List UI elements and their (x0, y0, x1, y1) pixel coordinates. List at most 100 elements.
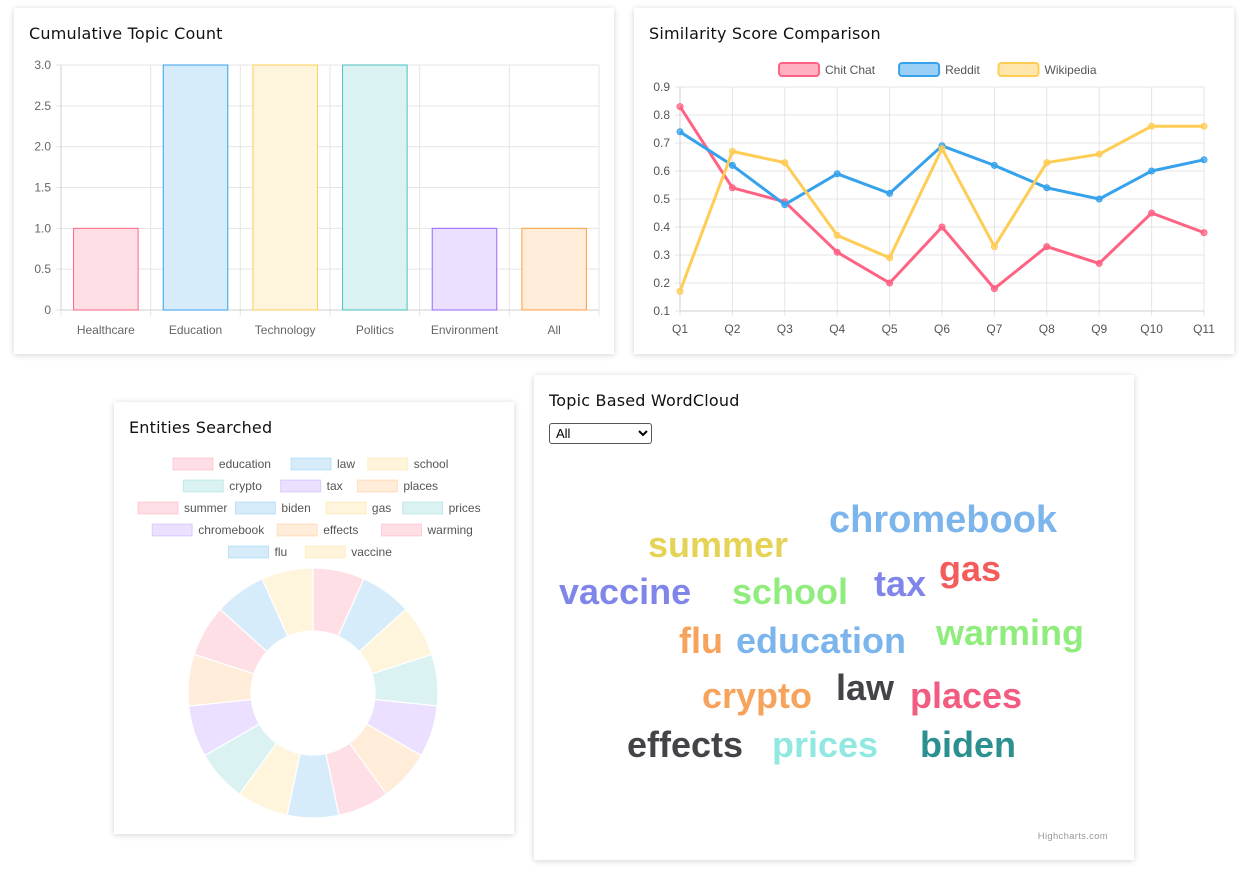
series-point-wikipedia (1200, 122, 1208, 130)
bar-technology (252, 64, 318, 311)
series-point-reddit (1043, 184, 1051, 192)
y-tick-label: 0.1 (653, 304, 670, 318)
series-point-wikipedia (938, 145, 946, 153)
legend-swatch-biden (234, 501, 276, 515)
legend-label: crypto (229, 479, 262, 493)
x-tick-label: Q2 (724, 322, 740, 336)
topic-count-bar-chart[interactable]: 0 0.5 1.0 1.5 2.0 2.5 3.0 Healthcare Education Te… (14, 8, 614, 354)
legend-label: school (414, 457, 449, 471)
x-tick-label: Q6 (934, 322, 950, 336)
series-point-reddit (676, 128, 684, 136)
y-tick-label: 2.0 (34, 140, 51, 154)
series-point-reddit (781, 201, 789, 209)
legend-label: vaccine (351, 545, 392, 559)
legend-swatch-flu (228, 545, 269, 559)
legend-label: education (219, 457, 271, 471)
y-tick-label: 0.3 (653, 248, 670, 262)
x-tick-label: Q11 (1193, 322, 1215, 336)
word-tax: tax (874, 563, 926, 604)
y-tick-label: 0 (44, 303, 51, 317)
series-point-reddit (833, 170, 841, 178)
series-point-reddit (1095, 195, 1103, 203)
series-point-chit-chat (886, 279, 894, 287)
legend-swatch-wikipedia (997, 62, 1040, 77)
entities-donut-chart[interactable]: education law school crypto tax places summer b… (114, 402, 514, 834)
x-tick-label: Q9 (1091, 322, 1107, 336)
series-point-chit-chat (990, 285, 998, 293)
word-vaccine: vaccine (559, 571, 691, 612)
series-point-reddit (728, 161, 736, 169)
y-tick-label: 1.0 (34, 221, 51, 235)
series-point-chit-chat (676, 103, 684, 111)
word-school: school (732, 571, 848, 612)
x-tick-label: Education (169, 323, 222, 337)
wordcloud-card: Topic Based WordCloud All chromebook summ… (534, 375, 1134, 860)
bar-healthcare (73, 227, 139, 311)
legend-label: biden (281, 501, 310, 515)
x-tick-label: Q7 (986, 322, 1002, 336)
legend-swatch-chromebook (151, 523, 193, 537)
y-tick-label: 0.5 (653, 192, 670, 206)
legend-swatch-law (290, 457, 332, 471)
legend-swatch-crypto (182, 479, 224, 493)
series-point-reddit (1200, 156, 1208, 164)
series-point-wikipedia (1148, 122, 1156, 130)
legend-swatch-vaccine (304, 545, 346, 559)
legend-swatch-effects (276, 523, 318, 537)
highcharts-credits[interactable]: Highcharts.com (1038, 831, 1108, 842)
legend-label: Reddit (945, 63, 980, 77)
y-tick-label: 3.0 (34, 58, 51, 72)
word-summer: summer (648, 524, 788, 565)
series-point-wikipedia (833, 231, 841, 239)
series-point-reddit (1148, 167, 1156, 175)
y-tick-label: 0.2 (653, 276, 670, 290)
word-gas: gas (939, 548, 1001, 589)
bar-politics (342, 64, 408, 311)
legend-label: places (403, 479, 438, 493)
legend-swatch-school (367, 457, 409, 471)
series-point-wikipedia (781, 159, 789, 167)
x-tick-label: All (547, 323, 560, 337)
legend-swatch-warming (381, 523, 422, 537)
bar-education (162, 64, 229, 311)
legend-label: prices (449, 501, 481, 515)
entities-card: Entities Searched education law school cryp… (114, 402, 514, 834)
series-point-wikipedia (1095, 150, 1103, 158)
series-point-chit-chat (1043, 243, 1051, 251)
series-point-chit-chat (1200, 229, 1208, 237)
word-places: places (910, 675, 1022, 716)
legend-label: Chit Chat (825, 63, 876, 77)
word-warming: warming (935, 612, 1084, 653)
topic-count-card: Cumulative Topic Count 0 0.5 1.0 1.5 2.0 2.5 3… (14, 8, 614, 354)
word-biden: biden (920, 724, 1016, 765)
x-tick-label: Q1 (672, 322, 688, 336)
y-tick-label: 0.7 (653, 136, 670, 150)
y-tick-label: 0.9 (653, 80, 670, 94)
series-point-wikipedia (990, 243, 998, 251)
wordcloud-chart[interactable]: chromebook summer gas vaccine school tax flu ed… (534, 375, 1134, 860)
legend-swatch-prices (402, 501, 444, 515)
y-tick-label: 2.5 (34, 99, 51, 113)
x-tick-label: Healthcare (77, 323, 135, 337)
bar-all (521, 227, 587, 311)
similarity-line-chart[interactable]: Chit Chat Reddit Wikipedia 0.1 0.2 0.3 0.4 0.5 0… (634, 8, 1234, 354)
x-tick-label: Politics (356, 323, 394, 337)
word-law: law (836, 667, 895, 708)
legend-label: effects (323, 523, 358, 537)
legend-label: tax (327, 479, 343, 493)
legend-swatch-places (356, 479, 398, 493)
series-point-chit-chat (728, 184, 736, 192)
series-point-reddit (990, 161, 998, 169)
x-tick-label: Q3 (777, 322, 793, 336)
x-tick-label: Technology (255, 323, 316, 337)
legend-label: law (337, 457, 355, 471)
series-point-chit-chat (1148, 209, 1156, 217)
word-prices: prices (772, 724, 878, 765)
series-point-wikipedia (728, 147, 736, 155)
series-point-wikipedia (886, 254, 894, 262)
series-point-wikipedia (1043, 159, 1051, 167)
bar-environment (431, 227, 498, 311)
word-flu: flu (679, 620, 723, 661)
similarity-card: Similarity Score Comparison Chit Chat Red… (634, 8, 1234, 354)
word-chromebook: chromebook (829, 499, 1058, 541)
